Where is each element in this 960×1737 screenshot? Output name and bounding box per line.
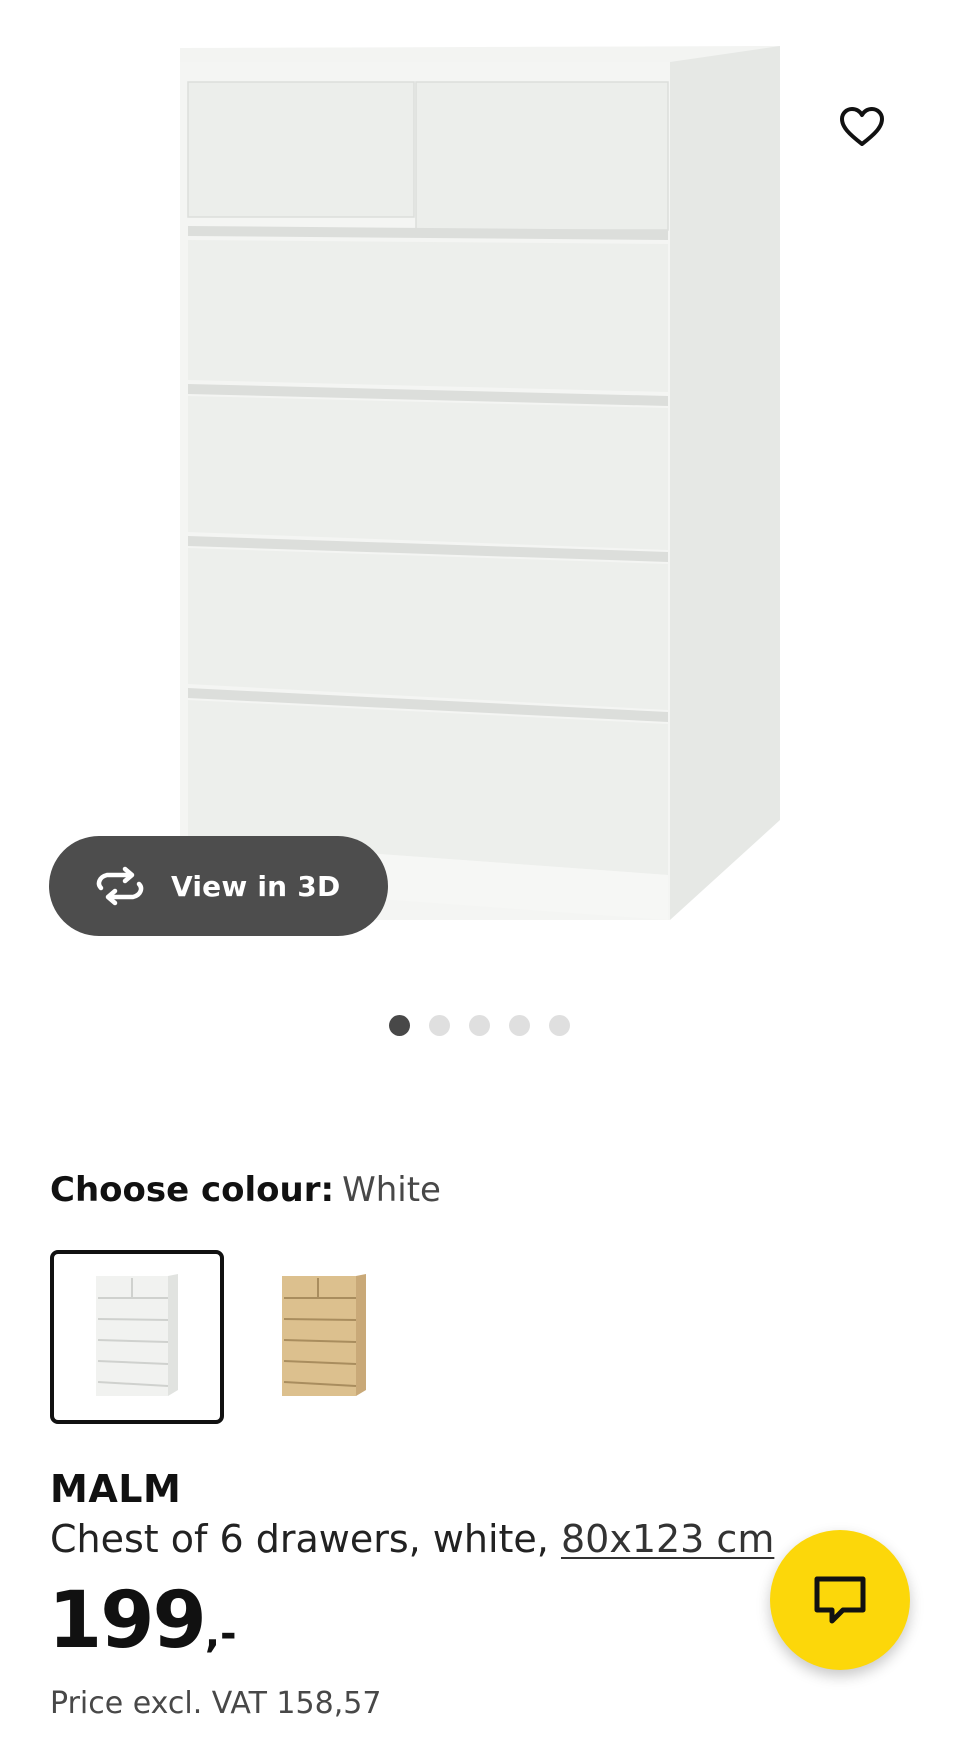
carousel-dot[interactable] <box>429 1015 450 1036</box>
carousel-dot[interactable] <box>509 1015 530 1036</box>
colour-label: Choose colour: <box>50 1170 335 1210</box>
heart-icon <box>840 107 884 146</box>
wishlist-button[interactable] <box>830 95 894 159</box>
price-excl-vat: Price excl. VAT 158,57 <box>50 1686 382 1721</box>
colour-swatch-white[interactable] <box>50 1250 224 1424</box>
chat-button[interactable] <box>770 1530 910 1670</box>
product-image <box>180 46 780 920</box>
product-description: Chest of 6 drawers, white, 80x123 cm <box>50 1517 774 1561</box>
selected-colour-value: White <box>342 1170 441 1210</box>
product-price: 199 ,- <box>48 1582 237 1660</box>
colour-swatch-oak[interactable] <box>237 1250 411 1424</box>
product-gallery[interactable]: View in 3D <box>0 0 960 960</box>
oak-chest-thumbnail <box>282 1274 366 1396</box>
carousel-dot[interactable] <box>389 1015 410 1036</box>
carousel-dots <box>389 1015 570 1036</box>
product-size-link[interactable]: 80x123 cm <box>561 1517 774 1561</box>
product-name: MALM <box>50 1467 182 1511</box>
rotate-3d-icon <box>96 866 144 906</box>
white-chest-thumbnail <box>96 1274 178 1396</box>
product-description-text: Chest of 6 drawers, white, <box>50 1517 549 1561</box>
carousel-dot[interactable] <box>469 1015 490 1036</box>
view-in-3d-button[interactable]: View in 3D <box>49 836 388 936</box>
price-suffix: ,- <box>204 1611 237 1657</box>
carousel-dot[interactable] <box>549 1015 570 1036</box>
colour-chooser-heading: Choose colour: White <box>50 1170 441 1210</box>
view-in-3d-label: View in 3D <box>171 869 341 903</box>
chat-bubble-icon <box>814 1576 866 1624</box>
price-amount: 199 <box>48 1576 207 1666</box>
